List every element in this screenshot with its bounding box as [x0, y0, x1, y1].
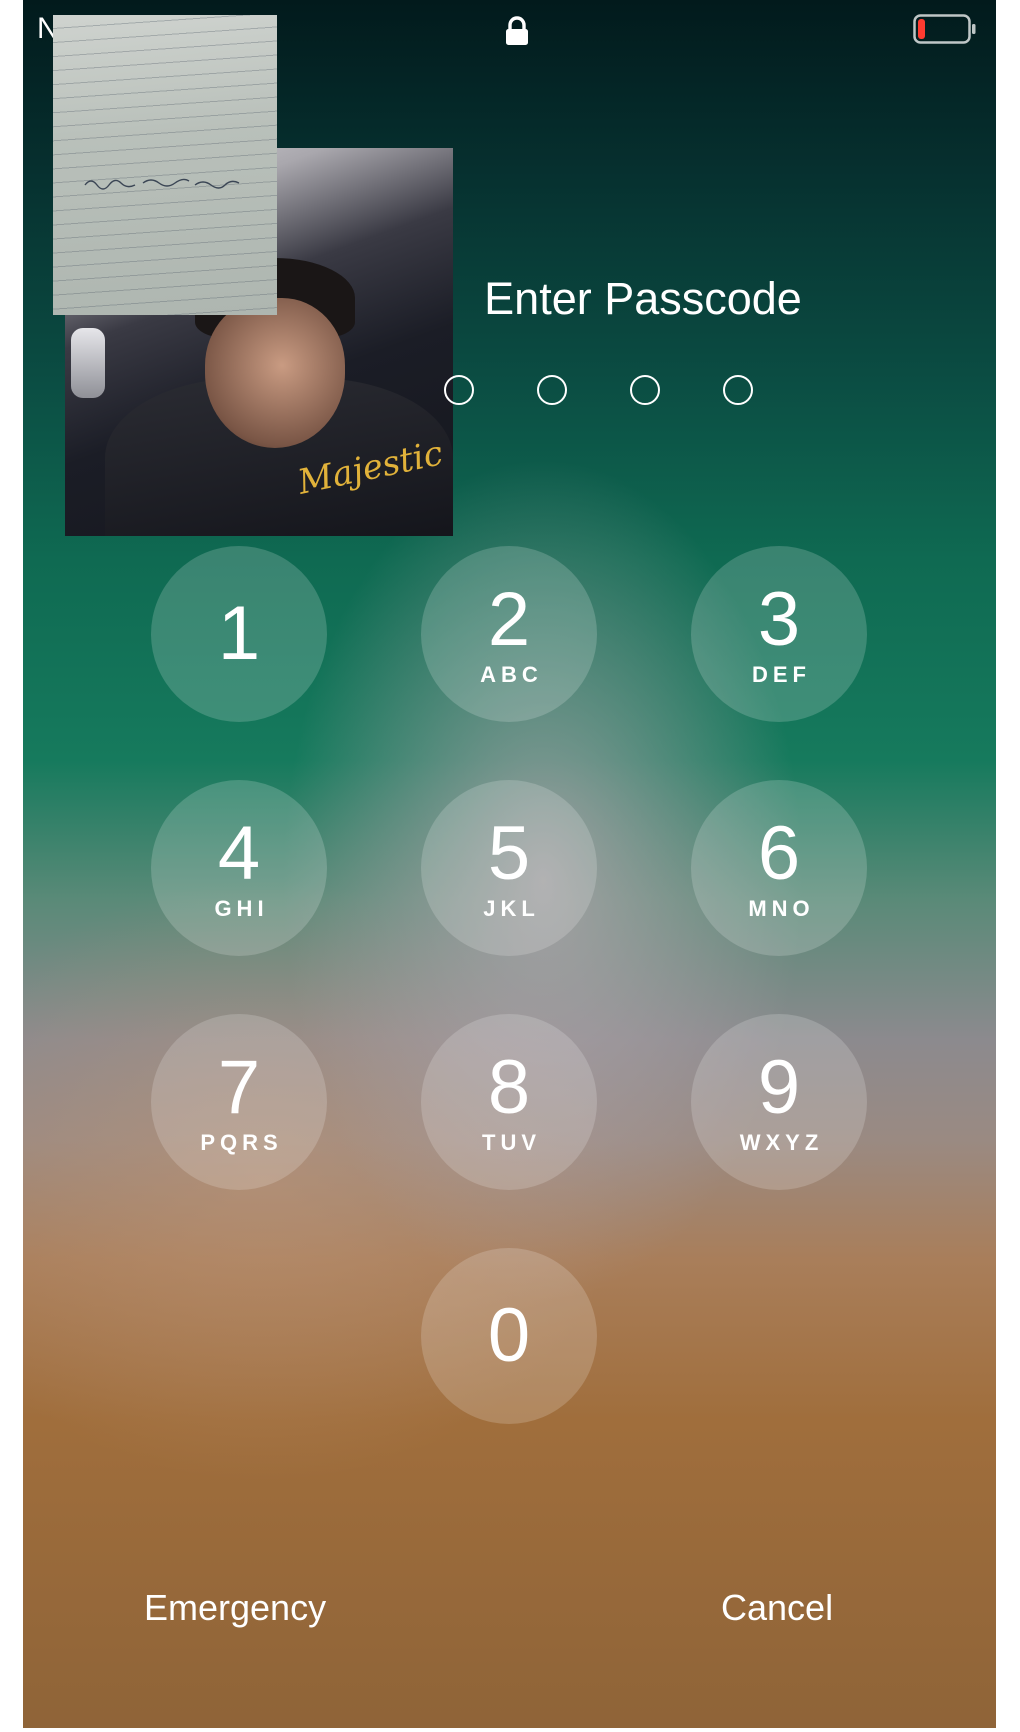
key-digit: 4 [217, 811, 261, 896]
key-digit: 3 [757, 577, 801, 662]
key-letters: TUV [482, 1130, 541, 1155]
lock-screen: N Majestic Enter Passcode 1 2 ABC 3 DEF … [23, 0, 996, 1728]
lock-icon [506, 16, 528, 45]
emergency-button[interactable]: Emergency [144, 1586, 326, 1630]
battery-low-icon [913, 14, 976, 44]
handwriting-scribble [84, 178, 240, 190]
key-digit: 0 [487, 1293, 531, 1378]
key-1[interactable]: 1 [151, 546, 327, 722]
key-digit: 2 [487, 577, 531, 662]
key-5[interactable]: 5 JKL [421, 780, 597, 956]
key-2[interactable]: 2 ABC [421, 546, 597, 722]
passcode-dot [537, 375, 567, 405]
key-digit: 8 [487, 1045, 531, 1130]
key-8[interactable]: 8 TUV [421, 1014, 597, 1190]
key-letters: MNO [748, 896, 815, 921]
notebook-photo-overlay [53, 15, 277, 315]
cancel-button[interactable]: Cancel [721, 1586, 833, 1630]
key-letters: GHI [214, 896, 269, 921]
key-letters: JKL [483, 896, 540, 921]
photo-watch [71, 328, 105, 398]
key-digit: 9 [757, 1045, 801, 1130]
key-digit: 1 [217, 591, 261, 676]
key-digit: 5 [487, 811, 531, 896]
key-digit: 6 [757, 811, 801, 896]
key-letters: WXYZ [739, 1130, 824, 1155]
key-3[interactable]: 3 DEF [691, 546, 867, 722]
passcode-dot [444, 375, 474, 405]
key-letters: ABC [480, 662, 543, 687]
passcode-title: Enter Passcode [484, 273, 802, 324]
key-4[interactable]: 4 GHI [151, 780, 327, 956]
passcode-dot [630, 375, 660, 405]
passcode-dot [723, 375, 753, 405]
battery-fill [918, 19, 925, 39]
notebook-lines [53, 15, 277, 315]
key-letters: PQRS [200, 1130, 283, 1155]
passcode-dots [444, 375, 753, 411]
key-7[interactable]: 7 PQRS [151, 1014, 327, 1190]
key-letters: DEF [752, 662, 811, 687]
key-0[interactable]: 0 [421, 1248, 597, 1424]
key-digit: 7 [217, 1045, 261, 1130]
key-9[interactable]: 9 WXYZ [691, 1014, 867, 1190]
key-6[interactable]: 6 MNO [691, 780, 867, 956]
